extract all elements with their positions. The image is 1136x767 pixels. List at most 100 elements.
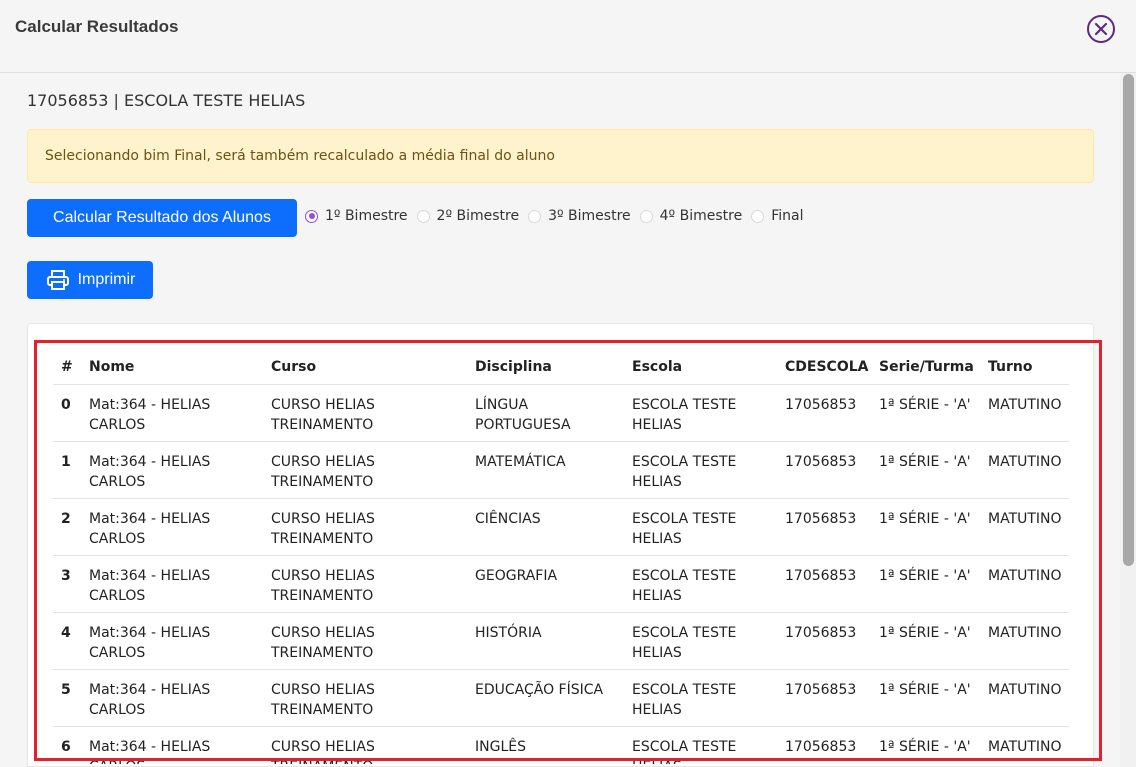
table-cell: ESCOLA TESTE HELIAS xyxy=(624,726,777,764)
table-cell: CURSO HELIAS TREINAMENTO xyxy=(263,441,467,499)
scrollbar-thumb[interactable] xyxy=(1123,74,1134,566)
table-header-row: # Nome Curso Disciplina Escola CDESCOLA Serie/… xyxy=(53,350,1069,385)
column-header[interactable]: Curso xyxy=(263,350,467,385)
results-table-wrapper[interactable]: # Nome Curso Disciplina Escola CDESCOLA Serie/… xyxy=(53,350,1069,764)
table-cell: Mat:364 - HELIAS CARLOS xyxy=(81,498,263,556)
print-button[interactable]: Imprimir xyxy=(27,261,153,299)
school-info: 17056853 | ESCOLA TESTE HELIAS xyxy=(27,91,306,110)
close-button[interactable] xyxy=(1086,14,1116,44)
alert-text: Selecionando bim Final, será também reca… xyxy=(45,148,555,164)
table-row: 0 Mat:364 - HELIAS CARLOS CURSO HELIAS TRE… xyxy=(53,384,1069,442)
results-table: # Nome Curso Disciplina Escola CDESCOLA Serie/… xyxy=(53,350,1069,764)
table-cell: MATUTINO xyxy=(980,612,1069,670)
table-cell: 17056853 xyxy=(777,441,871,499)
modal-header: Calcular Resultados xyxy=(0,0,1136,73)
table-cell: Mat:364 - HELIAS CARLOS xyxy=(81,612,263,670)
table-cell: CURSO HELIAS TREINAMENTO xyxy=(263,555,467,613)
table-cell: INGLÊS xyxy=(467,726,624,764)
close-circle-icon xyxy=(1087,15,1115,43)
radio-label: Final xyxy=(771,208,804,224)
printer-icon xyxy=(46,270,69,290)
table-cell: CURSO HELIAS TREINAMENTO xyxy=(263,384,467,442)
table-cell: ESCOLA TESTE HELIAS xyxy=(624,612,777,670)
table-cell: 17056853 xyxy=(777,498,871,556)
column-header[interactable]: Nome xyxy=(81,350,263,385)
table-cell: 1ª SÉRIE - 'A' xyxy=(871,555,980,613)
table-cell: 5 xyxy=(53,669,81,727)
table-cell: MATUTINO xyxy=(980,498,1069,556)
table-row: 5 Mat:364 - HELIAS CARLOS CURSO HELIAS TRE… xyxy=(53,669,1069,727)
table-cell: 17056853 xyxy=(777,612,871,670)
table-cell: 1 xyxy=(53,441,81,499)
print-button-label: Imprimir xyxy=(77,271,136,288)
column-header[interactable]: Disciplina xyxy=(467,350,624,385)
radio-option-1[interactable]: 2º Bimestre xyxy=(416,208,519,224)
table-cell: CURSO HELIAS TREINAMENTO xyxy=(263,498,467,556)
radio-label: 1º Bimestre xyxy=(325,208,408,224)
table-cell: Mat:364 - HELIAS CARLOS xyxy=(81,555,263,613)
table-cell: ESCOLA TESTE HELIAS xyxy=(624,669,777,727)
table-cell: MATUTINO xyxy=(980,726,1069,764)
table-cell: 17056853 xyxy=(777,726,871,764)
table-row: 6Mat:364 - HELIAS CARLOSCURSO HELIAS TRE… xyxy=(53,726,1069,764)
column-header[interactable]: # xyxy=(53,350,81,385)
table-cell: ESCOLA TESTE HELIAS xyxy=(624,498,777,556)
table-cell: CURSO HELIAS TREINAMENTO xyxy=(263,669,467,727)
table-cell: CIÊNCIAS xyxy=(467,498,624,556)
radio-button[interactable] xyxy=(528,209,542,223)
modal-title: Calcular Resultados xyxy=(15,17,179,36)
table-cell: MATEMÁTICA xyxy=(467,441,624,499)
table-cell: 1ª SÉRIE - 'A' xyxy=(871,612,980,670)
table-cell: LÍNGUA PORTUGUESA xyxy=(467,384,624,442)
table-cell: 1ª SÉRIE - 'A' xyxy=(871,441,980,499)
table-cell: 1ª SÉRIE - 'A' xyxy=(871,726,980,764)
table-cell: Mat:364 - HELIAS CARLOS xyxy=(81,726,263,764)
table-cell: 4 xyxy=(53,612,81,670)
radio-option-2[interactable]: 3º Bimestre xyxy=(528,208,631,224)
column-header[interactable]: Turno xyxy=(980,350,1069,385)
table-cell: 6 xyxy=(53,726,81,764)
table-cell: Mat:364 - HELIAS CARLOS xyxy=(81,384,263,442)
table-cell: 3 xyxy=(53,555,81,613)
column-header[interactable]: Escola xyxy=(624,350,777,385)
table-cell: ESCOLA TESTE HELIAS xyxy=(624,384,777,442)
table-cell: EDUCAÇÃO FÍSICA xyxy=(467,669,624,727)
table-cell: 1ª SÉRIE - 'A' xyxy=(871,498,980,556)
radio-button[interactable] xyxy=(305,209,318,223)
table-cell: MATUTINO xyxy=(980,384,1069,442)
table-cell: 0 xyxy=(53,384,81,442)
table-cell: 1ª SÉRIE - 'A' xyxy=(871,384,980,442)
radio-option-4[interactable]: Final xyxy=(751,208,803,224)
radio-button[interactable] xyxy=(639,209,653,223)
table-row: 1 Mat:364 - HELIAS CARLOS CURSO HELIAS TRE… xyxy=(53,441,1069,499)
radio-button[interactable] xyxy=(751,209,765,223)
table-row: 2 Mat:364 - HELIAS CARLOS CURSO HELIAS TRE… xyxy=(53,498,1069,556)
radio-option-3[interactable]: 4º Bimestre xyxy=(639,208,743,224)
table-cell: 17056853 xyxy=(777,669,871,727)
table-cell: GEOGRAFIA xyxy=(467,555,624,613)
table-row: 4 Mat:364 - HELIAS CARLOS CURSO HELIAS TRE… xyxy=(53,612,1069,670)
radio-option-0[interactable]: 1º Bimestre xyxy=(305,208,408,224)
table-cell: HISTÓRIA xyxy=(467,612,624,670)
radio-button[interactable] xyxy=(416,209,430,223)
table-cell: ESCOLA TESTE HELIAS xyxy=(624,441,777,499)
table-cell: 2 xyxy=(53,498,81,556)
period-radio-group: 1º Bimestre 2º Bimestre 3º Bimestre 4º Bime… xyxy=(305,206,812,226)
calculate-results-button[interactable]: Calcular Resultado dos Alunos xyxy=(27,199,297,237)
table-cell: Mat:364 - HELIAS CARLOS xyxy=(81,441,263,499)
table-cell: CURSO HELIAS TREINAMENTO xyxy=(263,726,467,764)
column-header[interactable]: Serie/Turma xyxy=(871,350,980,385)
table-cell: CURSO HELIAS TREINAMENTO xyxy=(263,612,467,670)
table-row: 3 Mat:364 - HELIAS CARLOS CURSO HELIAS TRE… xyxy=(53,555,1069,613)
info-alert: Selecionando bim Final, será também reca… xyxy=(27,129,1094,183)
table-cell: Mat:364 - HELIAS CARLOS xyxy=(81,669,263,727)
table-cell: MATUTINO xyxy=(980,555,1069,613)
table-cell: 1ª SÉRIE - 'A' xyxy=(871,669,980,727)
radio-label: 4º Bimestre xyxy=(659,208,743,224)
table-cell: MATUTINO xyxy=(980,441,1069,499)
column-header[interactable]: CDESCOLA xyxy=(777,350,871,385)
table-cell: ESCOLA TESTE HELIAS xyxy=(624,555,777,613)
radio-label: 3º Bimestre xyxy=(548,208,631,224)
table-cell: 17056853 xyxy=(777,384,871,442)
table-cell: MATUTINO xyxy=(980,669,1069,727)
